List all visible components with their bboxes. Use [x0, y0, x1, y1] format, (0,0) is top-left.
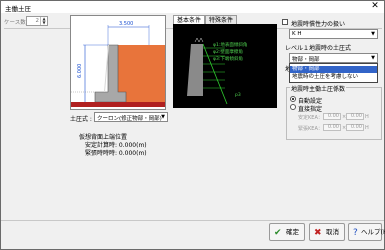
radio-direct[interactable]: [290, 104, 296, 110]
stepper-buttons[interactable]: ▲ ▼: [40, 17, 47, 25]
seismic-inertia-value: K H: [292, 31, 302, 37]
soil-formula-value: クーロン(修正物部・岡部): [97, 116, 162, 122]
cancel-button-label: 取消: [326, 228, 339, 236]
condition-diagram-panel: φ1:地表面傾斜角 φ2:壁面摩擦角 φ3:下端傾斜角 p3: [173, 24, 277, 108]
window-title: 主働土圧: [5, 5, 31, 13]
wall-diagram: 3.500 6.000: [70, 15, 166, 110]
ok-button[interactable]: ✔ 確定: [269, 223, 305, 241]
info-stable: 安定計算時: 0.000(m): [85, 142, 147, 149]
soil-formula-label: 土圧式 :: [70, 116, 92, 123]
ok-button-label: 確定: [286, 228, 299, 236]
stable-kea-input-1[interactable]: 0.00: [323, 113, 341, 120]
radio-auto[interactable]: [290, 96, 296, 102]
cancel-button[interactable]: ✖ 取消: [309, 223, 345, 241]
option-mononobe[interactable]: 物部・岡部: [290, 66, 377, 73]
width-dimension: 3.500: [119, 21, 133, 27]
seismic-inertia-label: 地震時慣性力の扱い: [291, 21, 346, 28]
info-title: 仮想背面上端位置: [79, 134, 128, 141]
case-count-value: 2: [35, 18, 40, 24]
height-dimension: 6.000: [77, 64, 83, 78]
option-no-seismic[interactable]: 地震時の土圧を考慮しない: [290, 74, 377, 81]
dialog-window: 主働土圧 ✕ ケース数 : 2 ▲ ▼ 3.500 6.000 土圧式: クー…: [0, 0, 385, 250]
seismic-inertia-checkbox[interactable]: [282, 19, 288, 25]
down-arrow-icon[interactable]: ▼: [42, 21, 46, 25]
level1-label: レベル１地震時の土圧式: [285, 45, 352, 52]
tab-special[interactable]: 特殊条件: [205, 15, 238, 24]
soil-formula-select[interactable]: クーロン(修正物部・岡部) ▼: [94, 112, 168, 122]
stable-kea-label: 安定KEA：: [298, 115, 323, 121]
info-anchor: 緊張時時時: 0.000(m): [85, 150, 147, 157]
help-icon: ?: [353, 228, 358, 238]
case-count-stepper[interactable]: 2 ▲ ▼: [26, 16, 48, 26]
level1-formula-select[interactable]: 物部・岡部 ▼: [289, 53, 378, 63]
anchor-kea-input-1[interactable]: 0.00: [323, 124, 341, 131]
cross-icon: ✖: [314, 228, 322, 238]
group-title: 地震時主働土圧係数: [290, 84, 347, 93]
chevron-down-icon[interactable]: ▼: [369, 30, 377, 38]
stable-kea-unit: H: [365, 114, 369, 120]
virtual-back-position: 仮想背面上端位置 安定計算時: 0.000(m) 緊張時時時: 0.000(m): [79, 134, 147, 158]
help-button[interactable]: ? ヘルプ(H): [348, 223, 385, 241]
close-icon[interactable]: ✕: [369, 1, 381, 12]
panel-label-3: φ3:下端傾斜角: [213, 55, 243, 62]
radio-direct-label: 直接指定: [298, 106, 323, 113]
level1-dropdown-list[interactable]: 物部・岡部 地震時の土圧を考慮しない: [289, 63, 378, 83]
anchor-kea-unit: H: [365, 125, 369, 131]
level1-formula-value: 物部・岡部: [292, 57, 320, 63]
anchor-kea-label: 緊張KEA：: [298, 126, 323, 132]
panel-label-2: φ2:壁面摩擦角: [213, 48, 243, 55]
panel-label-1: φ1:地表面傾斜角: [213, 41, 247, 48]
bottom-divider: [1, 220, 384, 221]
help-button-label: ヘルプ(H): [361, 228, 385, 236]
chevron-down-icon[interactable]: ▼: [159, 113, 167, 121]
stable-kea-input-2[interactable]: 0.00: [346, 113, 364, 120]
check-icon: ✔: [274, 228, 282, 238]
anchor-kea-input-2[interactable]: 0.00: [346, 124, 364, 131]
chevron-down-icon[interactable]: ▼: [369, 54, 377, 62]
panel-p3: p3: [235, 92, 241, 98]
title-bar: 主働土圧 ✕: [1, 1, 384, 13]
seismic-inertia-select[interactable]: K H ▼: [289, 29, 378, 39]
